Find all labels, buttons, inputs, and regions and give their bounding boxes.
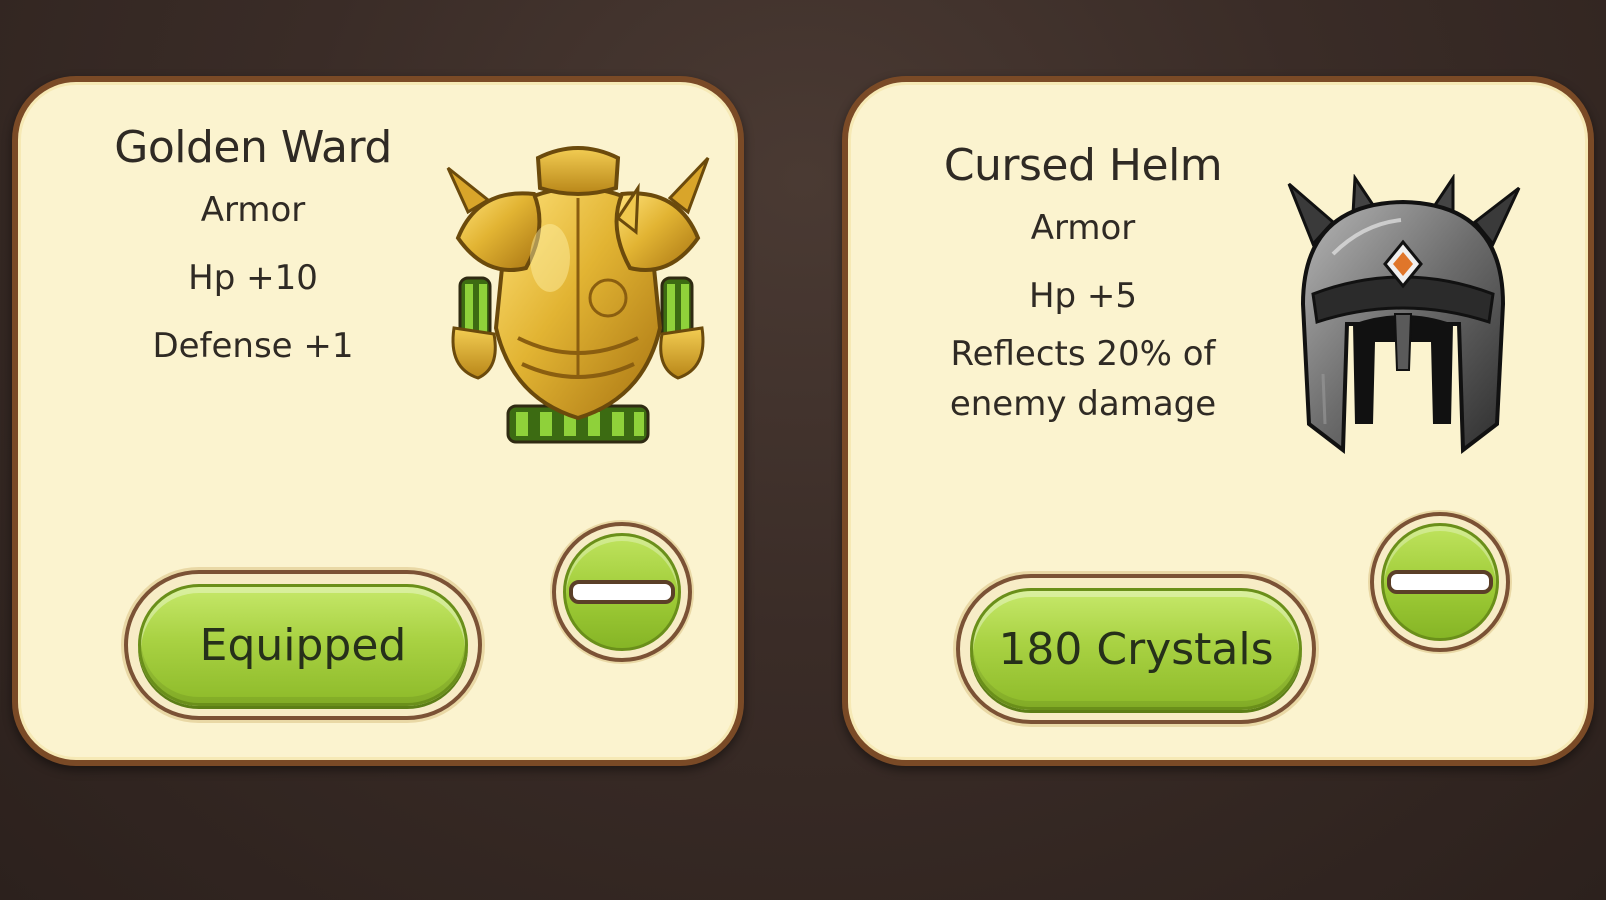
item-name: Golden Ward	[114, 122, 392, 173]
item-name: Cursed Helm	[943, 140, 1223, 191]
remove-button-frame	[1370, 512, 1510, 652]
minus-icon	[1387, 570, 1493, 594]
item-type: Armor	[200, 190, 306, 230]
golden-armor-icon	[438, 128, 718, 458]
buy-button[interactable]: 180 Crystals	[970, 588, 1302, 710]
cursed-helmet-icon	[1283, 173, 1523, 464]
equipped-button[interactable]: Equipped	[138, 584, 468, 706]
buy-button-frame: 180 Crystals	[956, 574, 1316, 724]
equipped-button-frame: Equipped	[124, 570, 482, 720]
item-card-golden-ward: Golden Ward Armor Hp +10 Defense +1 Equi…	[12, 76, 744, 766]
item-type: Armor	[1030, 208, 1136, 248]
item-stat-defense: Defense +1	[152, 326, 354, 366]
item-info: Cursed Helm Armor Hp +5 Reflects 20% of …	[888, 140, 1278, 432]
item-stat-effect-line-1: Reflects 20% of	[950, 334, 1216, 374]
item-info: Golden Ward Armor Hp +10 Defense +1	[58, 122, 448, 392]
unequip-button-frame	[552, 522, 692, 662]
minus-button[interactable]	[1381, 523, 1499, 641]
item-stat-hp: Hp +5	[1028, 276, 1138, 316]
item-stat-hp: Hp +10	[188, 258, 318, 298]
minus-button[interactable]	[563, 533, 681, 651]
item-stat-effect-line-2: enemy damage	[949, 384, 1217, 424]
minus-icon	[569, 580, 675, 604]
item-card-cursed-helm: Cursed Helm Armor Hp +5 Reflects 20% of …	[842, 76, 1594, 766]
